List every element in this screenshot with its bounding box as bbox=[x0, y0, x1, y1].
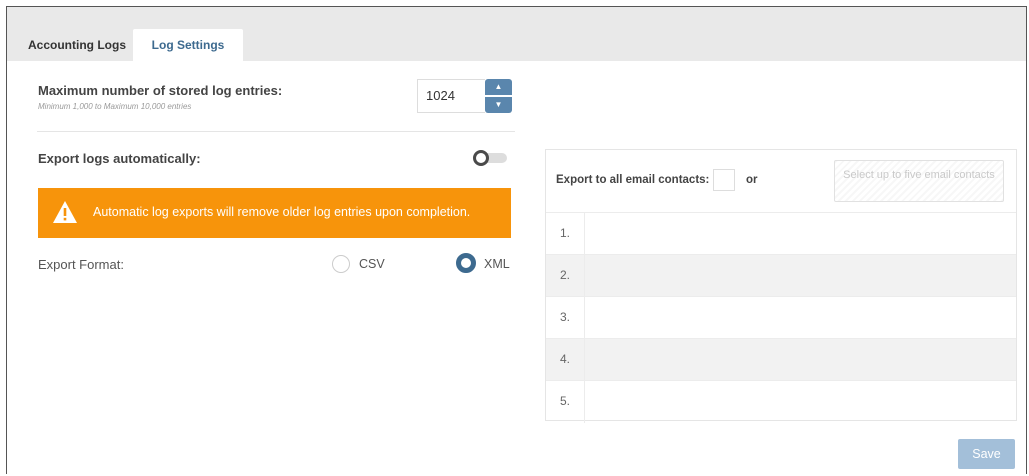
contact-input-3[interactable] bbox=[585, 297, 1016, 339]
save-button[interactable]: Save bbox=[958, 439, 1015, 469]
select-contacts-button[interactable]: Select up to five email contacts bbox=[834, 160, 1004, 202]
export-auto-label: Export logs automatically: bbox=[38, 151, 201, 166]
or-text: or bbox=[746, 174, 758, 186]
increment-button[interactable]: ▲ bbox=[485, 79, 512, 95]
warning-text: Automatic log exports will remove older … bbox=[93, 205, 471, 219]
contact-row: 2. bbox=[546, 254, 1016, 297]
export-auto-toggle[interactable] bbox=[473, 150, 507, 166]
decrement-button[interactable]: ▼ bbox=[485, 97, 512, 113]
section-divider bbox=[37, 131, 515, 132]
contact-input-1[interactable] bbox=[585, 213, 1016, 255]
contact-input-4[interactable] bbox=[585, 339, 1016, 381]
max-entries-spinner: 1024 ▲ ▼ bbox=[417, 79, 512, 113]
warning-icon bbox=[53, 201, 77, 223]
max-entries-input[interactable]: 1024 bbox=[417, 79, 485, 113]
email-contacts-panel: Export to all email contacts: or Select … bbox=[545, 149, 1017, 423]
tab-log-settings[interactable]: Log Settings bbox=[133, 29, 243, 61]
contact-row: 5. bbox=[546, 380, 1016, 423]
row-number: 2. bbox=[560, 268, 571, 282]
contact-row: 3. bbox=[546, 296, 1016, 339]
xml-radio[interactable] bbox=[456, 253, 476, 273]
row-number: 4. bbox=[560, 352, 571, 366]
warning-banner: Automatic log exports will remove older … bbox=[38, 188, 511, 238]
caret-up-icon: ▲ bbox=[494, 82, 503, 91]
contact-input-5[interactable] bbox=[585, 381, 1016, 423]
export-format-label: Export Format: bbox=[38, 257, 124, 272]
email-panel-header: Export to all email contacts: or Select … bbox=[546, 150, 1016, 212]
export-all-contacts-checkbox[interactable] bbox=[713, 169, 735, 191]
csv-radio[interactable] bbox=[332, 255, 350, 273]
contact-row: 1. bbox=[546, 212, 1016, 255]
max-entries-label: Maximum number of stored log entries: bbox=[38, 83, 283, 98]
caret-down-icon: ▼ bbox=[494, 100, 503, 109]
row-number: 3. bbox=[560, 310, 571, 324]
export-all-contacts-label: Export to all email contacts: bbox=[556, 174, 710, 186]
row-number: 1. bbox=[560, 226, 571, 240]
csv-label: CSV bbox=[359, 257, 385, 271]
row-number: 5. bbox=[560, 394, 571, 408]
contact-row: 4. bbox=[546, 338, 1016, 381]
tab-bar: Accounting Logs Log Settings bbox=[7, 7, 1026, 61]
max-entries-hint: Minimum 1,000 to Maximum 10,000 entries bbox=[38, 102, 192, 111]
toggle-knob bbox=[473, 150, 489, 166]
log-settings-window: Accounting Logs Log Settings Maximum num… bbox=[6, 6, 1027, 474]
tab-accounting-logs[interactable]: Accounting Logs bbox=[25, 29, 129, 61]
contact-input-2[interactable] bbox=[585, 255, 1016, 297]
xml-label: XML bbox=[484, 257, 510, 271]
